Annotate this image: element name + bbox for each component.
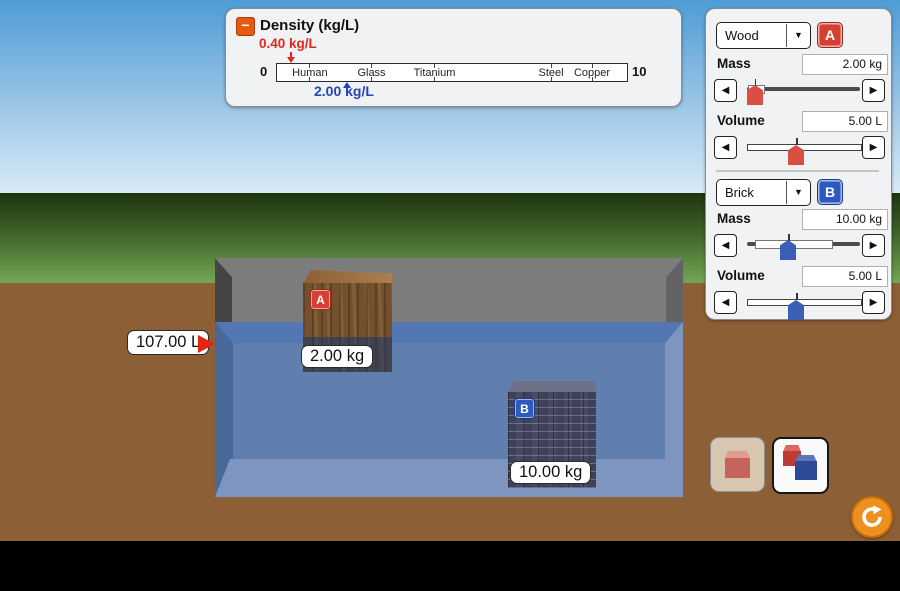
volume-a-step-left-button[interactable]: ◀ xyxy=(714,136,737,159)
mass-b-step-left-button[interactable]: ◀ xyxy=(714,234,737,257)
mass-b-thumb-line xyxy=(788,234,790,241)
panel-badge-b: B xyxy=(817,179,843,205)
reset-icon xyxy=(860,505,884,529)
arrow-right-icon: ▶ xyxy=(870,240,878,251)
arrow-left-icon: ◀ xyxy=(722,85,730,96)
block-a-badge-letter: A xyxy=(316,293,325,307)
block-b-mass-label: 10.00 kg xyxy=(510,461,591,484)
water-surface xyxy=(215,322,683,343)
block-b-badge: B xyxy=(514,398,535,419)
chevron-down-icon: ▼ xyxy=(786,24,810,47)
density-panel: − Density (kg/L) 0.40 kg/L 0 Human Glass… xyxy=(225,8,682,107)
volume-b-step-left-button[interactable]: ◀ xyxy=(714,291,737,314)
density-pointer-a-icon xyxy=(287,57,295,63)
volume-a-step-right-button[interactable]: ▶ xyxy=(862,136,885,159)
chevron-down-icon: ▼ xyxy=(786,181,810,204)
volume-value-b: 5.00 L xyxy=(802,266,888,287)
volume-value-a: 5.00 L xyxy=(802,111,888,132)
volume-b-step-right-button[interactable]: ▶ xyxy=(862,291,885,314)
scale-marker-label: Steel xyxy=(539,67,564,79)
reset-all-button[interactable] xyxy=(851,496,893,538)
mass-label-a: Mass xyxy=(717,56,751,71)
collapse-button[interactable]: − xyxy=(236,17,255,36)
mass-value-b: 10.00 kg xyxy=(802,209,888,230)
block-a-mass-label: 2.00 kg xyxy=(301,345,373,368)
two-blocks-icon xyxy=(795,461,817,480)
panel-badge-a: A xyxy=(817,22,843,48)
arrow-right-icon: ▶ xyxy=(870,142,878,153)
arrow-left-icon: ◀ xyxy=(722,297,730,308)
mass-a-step-right-button[interactable]: ▶ xyxy=(862,79,885,102)
scale-marker-label: Copper xyxy=(574,67,610,79)
material-dropdown-a-value: Wood xyxy=(717,28,786,43)
volume-label-b: Volume xyxy=(717,268,765,283)
density-sim-screen: A 2.00 kg B 10.00 kg 107.00 L − Density … xyxy=(0,0,900,591)
pool-volume-readout: 107.00 L xyxy=(127,330,209,355)
scale-marker-label: Glass xyxy=(357,67,385,79)
one-block-mode-button[interactable] xyxy=(710,437,765,492)
block-a-badge: A xyxy=(310,289,331,310)
minus-icon: − xyxy=(241,17,249,33)
density-scale-bar: Human Glass Titanium Steel Copper xyxy=(276,63,628,82)
block-b-badge-letter: B xyxy=(520,402,529,416)
one-block-icon xyxy=(725,451,750,458)
mass-value-a: 2.00 kg xyxy=(802,54,888,75)
block-controls-panel: Wood ▼ A Mass 2.00 kg ◀ ▶ Volume 5.00 L … xyxy=(705,8,892,320)
panel-divider xyxy=(716,170,879,172)
volume-label-a: Volume xyxy=(717,113,765,128)
navigation-bar: Density Intro Compare ? Mystery xyxy=(0,541,900,591)
mass-b-step-right-button[interactable]: ▶ xyxy=(862,234,885,257)
mass-a-step-left-button[interactable]: ◀ xyxy=(714,79,737,102)
volume-a-thumb-line xyxy=(796,138,798,145)
density-readout-b: 2.00 kg/L xyxy=(314,83,374,99)
two-blocks-mode-button[interactable] xyxy=(772,437,829,494)
density-readout-a: 0.40 kg/L xyxy=(259,36,317,51)
pool-back-wall xyxy=(215,258,683,322)
arrow-right-icon: ▶ xyxy=(870,85,878,96)
scale-max-label: 10 xyxy=(632,64,646,79)
pool-floor xyxy=(215,459,683,497)
pool-volume-arrow-icon xyxy=(198,335,215,353)
scale-marker-label: Human xyxy=(292,67,327,79)
panel-badge-b-letter: B xyxy=(825,184,835,200)
arrow-left-icon: ◀ xyxy=(722,240,730,251)
material-dropdown-a[interactable]: Wood ▼ xyxy=(716,22,811,49)
arrow-left-icon: ◀ xyxy=(722,142,730,153)
volume-b-slider-track[interactable] xyxy=(747,299,862,306)
volume-b-thumb-line xyxy=(796,293,798,300)
mass-a-thumb-line xyxy=(755,79,757,86)
scale-min-label: 0 xyxy=(260,64,267,79)
one-block-icon xyxy=(725,458,750,478)
material-dropdown-b[interactable]: Brick ▼ xyxy=(716,179,811,206)
mass-label-b: Mass xyxy=(717,211,751,226)
material-dropdown-b-value: Brick xyxy=(717,185,786,200)
scale-marker-label: Titanium xyxy=(414,67,456,79)
volume-a-slider-track[interactable] xyxy=(747,144,862,151)
density-panel-title: Density (kg/L) xyxy=(260,17,359,34)
panel-badge-a-letter: A xyxy=(825,27,835,43)
arrow-right-icon: ▶ xyxy=(870,297,878,308)
